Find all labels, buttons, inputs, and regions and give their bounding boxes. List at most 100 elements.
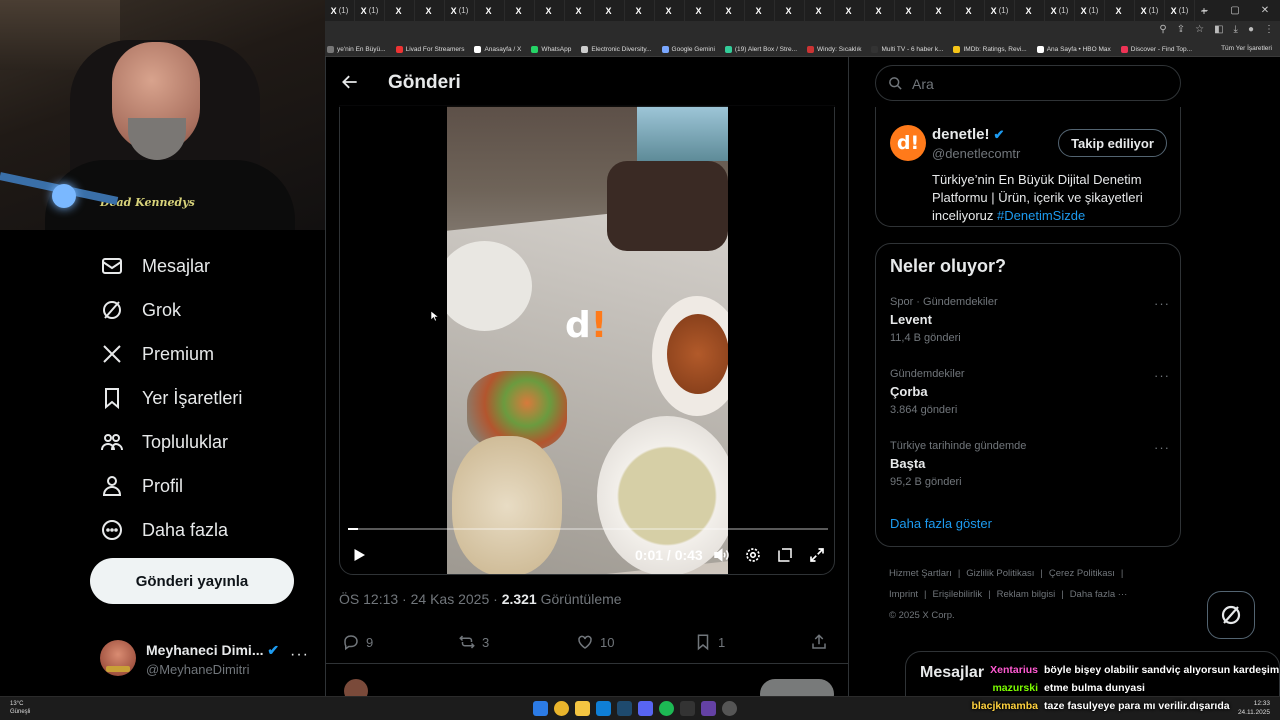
nav-item-bookmarks[interactable]: Yer İşaretleri <box>100 386 242 410</box>
steam-icon[interactable] <box>617 701 632 716</box>
hashtag-link[interactable]: #DenetimSizde <box>997 208 1085 223</box>
bookmark-item[interactable]: (19) Alert Box / Stre... <box>724 45 797 53</box>
browser-tab[interactable]: X (1) <box>1075 0 1105 21</box>
browser-tab[interactable]: X <box>955 0 985 21</box>
like-button[interactable]: 10 <box>576 633 614 651</box>
browser-tab[interactable]: X <box>835 0 865 21</box>
trend-item[interactable]: Türkiye tarihinde gündemde Başta 95,2 B … <box>890 440 1170 500</box>
search-input[interactable] <box>912 72 1162 96</box>
epic-games-icon[interactable] <box>680 701 695 716</box>
show-more-link[interactable]: Daha fazla göster <box>890 516 992 531</box>
maximize-icon[interactable]: ▢ <box>1220 5 1250 16</box>
bookmark-item[interactable]: Anasayfa / X <box>474 45 521 53</box>
share-button[interactable] <box>810 633 828 651</box>
nav-item-communities[interactable]: Topluluklar <box>100 430 228 454</box>
more-icon[interactable]: ··· <box>1154 440 1170 455</box>
browser-tab[interactable]: X (1) <box>355 0 385 21</box>
browser-tab[interactable]: X <box>715 0 745 21</box>
picture-in-picture-icon[interactable] <box>776 546 794 564</box>
footer-link[interactable]: © 2025 X Corp. <box>889 610 955 621</box>
video-progress-bar[interactable] <box>348 528 828 530</box>
reply-button[interactable]: 9 <box>342 633 373 651</box>
browser-tab[interactable]: X (1) <box>1135 0 1165 21</box>
system-clock[interactable]: 12:33 24.11.2025 <box>1238 699 1270 717</box>
chrome-icon[interactable] <box>554 701 569 716</box>
bookmark-item[interactable]: Livad For Streamers <box>395 45 464 53</box>
bookmark-item[interactable]: Windy: Sıcaklık <box>807 45 861 53</box>
play-icon[interactable] <box>350 546 368 564</box>
bookmark-item[interactable]: Ana Sayfa • HBO Max <box>1036 45 1111 53</box>
start-icon[interactable] <box>533 701 548 716</box>
repost-button[interactable]: 3 <box>458 633 489 651</box>
minimize-icon[interactable]: – <box>1190 5 1220 16</box>
bookmark-item[interactable]: WhatsApp <box>531 45 571 53</box>
twitch-icon[interactable] <box>701 701 716 716</box>
browser-tab[interactable]: X <box>865 0 895 21</box>
fullscreen-icon[interactable] <box>808 546 826 564</box>
weather-widget[interactable]: 13°C Güneşli <box>10 700 30 716</box>
close-icon[interactable]: ✕ <box>1250 5 1280 16</box>
footer-link[interactable]: Erişilebilirlik <box>933 589 983 600</box>
more-icon[interactable]: ··· <box>1154 368 1170 383</box>
discord-icon[interactable] <box>638 701 653 716</box>
avatar[interactable]: d! <box>890 125 926 161</box>
spotify-icon[interactable] <box>659 701 674 716</box>
browser-tab[interactable]: X <box>925 0 955 21</box>
footer-link[interactable]: Gizlilik Politikası <box>966 568 1034 579</box>
browser-tab[interactable]: X <box>685 0 715 21</box>
browser-tab[interactable]: X (1) <box>1045 0 1075 21</box>
browser-tab[interactable]: X <box>415 0 445 21</box>
browser-tab[interactable]: X (1) <box>325 0 355 21</box>
footer-link[interactable]: Daha fazla ··· <box>1070 589 1128 600</box>
bookmark-item[interactable]: Multi TV - 6 haber k... <box>871 45 943 53</box>
post-time[interactable]: ÖS 12:13 <box>339 591 398 607</box>
search-box[interactable] <box>875 65 1181 101</box>
share-icon[interactable]: ⇪ <box>1177 24 1185 35</box>
bookmark-item[interactable]: Google Gemini <box>661 45 715 53</box>
browser-tab[interactable]: X <box>805 0 835 21</box>
browser-tab[interactable]: X <box>895 0 925 21</box>
browser-tab[interactable]: X <box>745 0 775 21</box>
bookmark-item[interactable]: ye'nin En Büyü... <box>327 45 386 53</box>
browser-tab[interactable]: X <box>475 0 505 21</box>
bookmark-item[interactable]: Discover - Find Top... <box>1120 45 1192 53</box>
star-icon[interactable]: ☆ <box>1195 24 1204 35</box>
menu-icon[interactable]: ⋮ <box>1264 24 1274 35</box>
nav-item-more[interactable]: Daha fazla <box>100 518 228 542</box>
video-player[interactable]: d! 0:01 / 0:43 <box>339 105 835 575</box>
store-icon[interactable] <box>596 701 611 716</box>
trend-item[interactable]: Gündemdekiler Çorba 3.864 gönderi ··· <box>890 368 1170 428</box>
folder-icon[interactable] <box>575 701 590 716</box>
volume-icon[interactable] <box>712 546 730 564</box>
account-switcher[interactable]: Meyhaneci Dimi... ✔ @MeyhaneDimitri ··· <box>100 634 315 684</box>
nav-item-grok[interactable]: Grok <box>100 298 181 322</box>
footer-link[interactable]: Çerez Politikası <box>1049 568 1115 579</box>
bookmark-item[interactable]: IMDb: Ratings, Revi... <box>953 45 1027 53</box>
obs-icon[interactable] <box>722 701 737 716</box>
browser-tab[interactable]: X <box>625 0 655 21</box>
grok-button[interactable] <box>1207 591 1255 639</box>
nav-item-profile[interactable]: Profil <box>100 474 183 498</box>
browser-tab[interactable]: X <box>385 0 415 21</box>
footer-link[interactable]: Reklam bilgisi <box>997 589 1056 600</box>
download-icon[interactable]: ⤓ <box>1234 24 1238 35</box>
browser-tab[interactable]: X <box>1105 0 1135 21</box>
browser-tab[interactable]: X <box>1015 0 1045 21</box>
browser-tab[interactable]: X <box>655 0 685 21</box>
browser-tab[interactable]: X <box>595 0 625 21</box>
more-icon[interactable]: ··· <box>290 646 309 664</box>
address-bar[interactable]: ⚲ ⇪ ☆ ◧ ⤓ ● ⋮ <box>325 21 1280 42</box>
browser-tab[interactable]: X (1) <box>985 0 1015 21</box>
zoom-icon[interactable]: ⚲ <box>1159 24 1166 35</box>
extension-icon[interactable]: ◧ <box>1214 24 1223 35</box>
bookmark-button[interactable]: 1 <box>694 633 725 651</box>
browser-tab[interactable]: X <box>565 0 595 21</box>
browser-tab[interactable]: X <box>535 0 565 21</box>
more-icon[interactable]: ··· <box>1154 296 1170 311</box>
settings-gear-icon[interactable] <box>744 546 762 564</box>
post-date[interactable]: 24 Kas 2025 <box>411 591 490 607</box>
back-arrow-icon[interactable] <box>340 72 360 92</box>
following-button[interactable]: Takip ediliyor <box>1058 129 1167 157</box>
profile-name[interactable]: denetle! ✔ <box>932 126 1004 143</box>
nav-item-premium[interactable]: Premium <box>100 342 214 366</box>
